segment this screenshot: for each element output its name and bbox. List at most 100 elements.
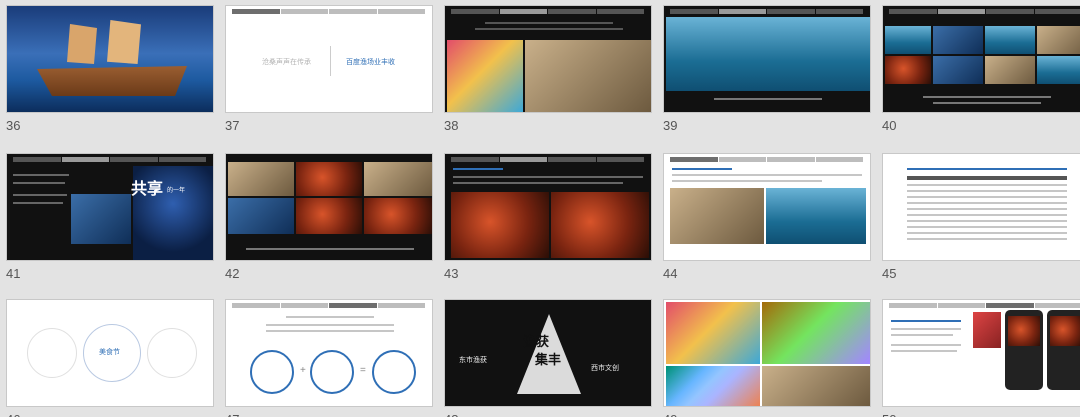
slide-thumbnail-47[interactable]: + = 47	[225, 299, 443, 417]
text-line	[453, 182, 623, 184]
collage-photo	[933, 26, 983, 54]
text-line	[266, 324, 394, 326]
slide-preview	[882, 5, 1080, 113]
text-line	[672, 168, 732, 170]
slide-tab-bar	[232, 303, 426, 308]
collage-photo	[1037, 56, 1080, 84]
text-line	[891, 334, 953, 336]
market-photo	[762, 366, 870, 406]
slide-number: 47	[225, 412, 239, 417]
dish-photo	[451, 192, 549, 258]
festival-photo	[525, 40, 651, 112]
slide-sorter-grid: 36 沧桑声声在传承 百度渔场业丰收 37 38 39 40 共享 的一年 41…	[0, 0, 1080, 417]
equals-icon: =	[360, 365, 366, 376]
slide-text: 百度渔场业丰收	[346, 59, 395, 66]
slide-tab-bar	[13, 157, 207, 162]
text-line	[13, 174, 69, 176]
text-line	[13, 202, 63, 204]
table-row	[907, 232, 1067, 234]
slide-preview	[225, 153, 433, 261]
slide-tab-bar	[670, 9, 864, 14]
text-line	[475, 28, 623, 30]
slide-thumbnail-36[interactable]: 36	[6, 5, 224, 133]
collage-photo	[885, 56, 931, 84]
event-photo	[670, 188, 764, 244]
slide-number: 38	[444, 118, 459, 133]
circle-shape	[250, 350, 294, 394]
slide-thumbnail-40[interactable]: 40	[882, 5, 1080, 133]
sail-shape	[107, 20, 141, 64]
slide-preview: + =	[225, 299, 433, 407]
seafood-photo	[364, 198, 432, 234]
slide-preview	[663, 153, 871, 261]
circle-shape	[310, 350, 354, 394]
slide-thumbnail-45[interactable]: 45	[882, 153, 1080, 281]
app-screen	[1008, 316, 1040, 346]
slide-number: 45	[882, 266, 897, 281]
city-photo	[71, 194, 131, 244]
text-line	[13, 182, 65, 184]
slide-tab-bar	[889, 303, 1080, 308]
slide-number: 49	[663, 412, 677, 417]
collage-photo	[985, 56, 1035, 84]
slide-title: 渔获	[523, 334, 550, 349]
harbor-photo	[766, 188, 866, 244]
slide-text: 西市文创	[591, 365, 619, 372]
slide-thumbnail-42[interactable]: 42	[225, 153, 443, 281]
text-line	[933, 102, 1041, 104]
slide-thumbnail-44[interactable]: 44	[663, 153, 881, 281]
fishing-boats-photo	[666, 17, 870, 91]
circle-shape	[27, 328, 77, 378]
slide-text: 沧桑声声在传承	[262, 59, 311, 66]
slide-text: 东市渔获	[459, 357, 487, 364]
text-line	[286, 316, 374, 318]
slide-preview	[444, 153, 652, 261]
festival-photo	[447, 40, 523, 112]
collage-photo	[1037, 26, 1080, 54]
slide-thumbnail-41[interactable]: 共享 的一年 41	[6, 153, 224, 281]
slide-thumbnail-50[interactable]: 50	[882, 299, 1080, 417]
app-screen	[1050, 316, 1080, 346]
plus-icon: +	[300, 365, 306, 376]
slide-preview: 美食节	[6, 299, 214, 407]
slide-preview	[882, 153, 1080, 261]
text-line	[714, 98, 822, 100]
slide-thumbnail-46[interactable]: 美食节 46	[6, 299, 224, 417]
collage-photo	[985, 26, 1035, 54]
text-line	[923, 96, 1051, 98]
divider	[330, 46, 331, 76]
text-line	[13, 194, 67, 196]
market-photo	[762, 302, 870, 364]
slide-thumbnail-38[interactable]: 38	[444, 5, 662, 133]
slide-number: 36	[6, 118, 21, 133]
slide-number: 41	[6, 266, 21, 281]
slide-title: 集丰	[535, 352, 562, 367]
collage-photo	[885, 26, 931, 54]
table-row	[907, 190, 1067, 192]
slide-preview	[6, 5, 214, 113]
text-line	[453, 176, 643, 178]
slide-thumbnail-43[interactable]: 43	[444, 153, 662, 281]
seafood-photo	[296, 162, 362, 196]
slide-thumbnail-48[interactable]: 渔获 集丰 东市渔获 西市文创 48	[444, 299, 662, 417]
slide-preview: 沧桑声声在传承 百度渔场业丰收	[225, 5, 433, 113]
slide-tab-bar	[232, 9, 426, 14]
slide-text: 美食节	[99, 349, 120, 356]
table-row	[907, 214, 1067, 216]
table-header	[907, 176, 1067, 180]
text-line	[891, 344, 961, 346]
slide-preview	[444, 5, 652, 113]
slide-tab-bar	[670, 157, 864, 162]
slide-thumbnail-37[interactable]: 沧桑声声在传承 百度渔场业丰收 37	[225, 5, 443, 133]
slide-number: 46	[6, 412, 20, 417]
table-row	[907, 226, 1067, 228]
seafood-photo	[228, 162, 294, 196]
text-line	[453, 168, 503, 170]
collage-photo	[933, 56, 983, 84]
slide-number: 48	[444, 412, 458, 417]
slide-number: 39	[663, 118, 678, 133]
slide-thumbnail-39[interactable]: 39	[663, 5, 881, 133]
slide-thumbnail-49[interactable]: 49	[663, 299, 881, 417]
table-row	[907, 184, 1067, 186]
slide-tab-bar	[451, 9, 645, 14]
